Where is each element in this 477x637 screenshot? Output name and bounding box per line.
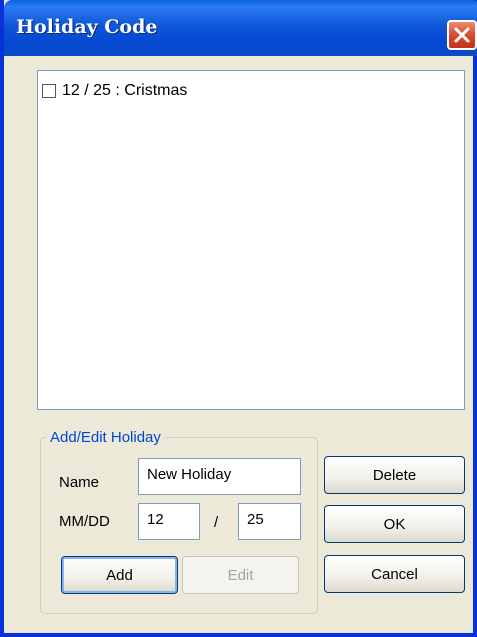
holiday-checkbox[interactable] xyxy=(42,84,56,98)
group-legend: Add/Edit Holiday xyxy=(46,429,165,446)
add-button[interactable]: Add xyxy=(61,556,178,594)
name-field[interactable]: New Holiday xyxy=(138,458,301,495)
close-button[interactable] xyxy=(447,20,477,50)
holiday-list[interactable]: 12 / 25 : Cristmas xyxy=(37,70,465,410)
window-title: Holiday Code xyxy=(16,16,158,38)
day-field[interactable]: 25 xyxy=(238,503,301,540)
edit-button[interactable]: Edit xyxy=(182,556,299,594)
list-item[interactable]: 12 / 25 : Cristmas xyxy=(42,82,187,100)
delete-button[interactable]: Delete xyxy=(324,456,465,494)
ok-button[interactable]: OK xyxy=(324,505,465,543)
list-item-label: 12 / 25 : Cristmas xyxy=(62,82,188,99)
title-bar[interactable]: Holiday Code xyxy=(4,0,477,56)
holiday-code-dialog: Holiday Code 12 / 25 : Cristmas Add/Edit… xyxy=(0,0,477,637)
month-field[interactable]: 12 xyxy=(138,503,200,540)
close-icon xyxy=(454,27,470,43)
date-label: MM/DD xyxy=(59,513,110,530)
name-label: Name xyxy=(59,474,100,491)
date-separator: / xyxy=(214,514,219,531)
cancel-button[interactable]: Cancel xyxy=(324,555,465,593)
